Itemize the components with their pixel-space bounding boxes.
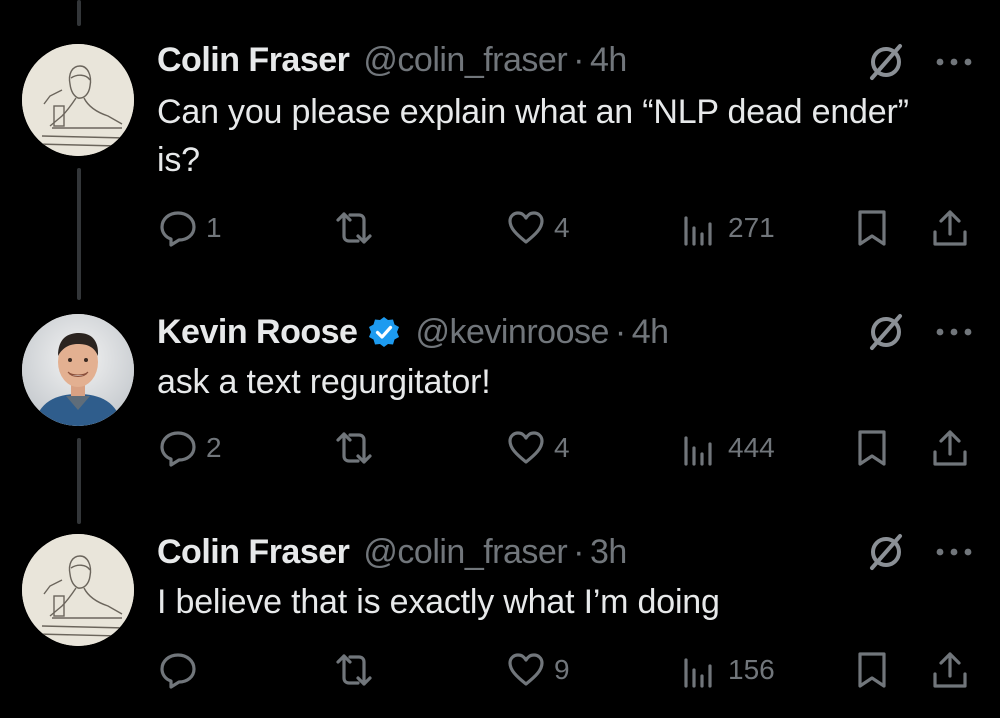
separator-dot: · — [573, 40, 584, 79]
share-button[interactable] — [930, 204, 970, 252]
views-icon — [684, 658, 712, 688]
like-button[interactable]: 9 — [506, 646, 570, 694]
timestamp[interactable]: 3h — [590, 533, 627, 572]
reply-button[interactable]: 2 — [158, 424, 222, 472]
views-icon — [684, 436, 712, 466]
repost-button[interactable] — [332, 424, 384, 472]
verified-badge-icon — [367, 315, 401, 349]
tweet-header: Colin Fraser @colin_fraser · 4h — [157, 38, 627, 82]
avatar[interactable] — [22, 44, 134, 156]
share-icon — [933, 210, 967, 246]
views-count: 271 — [728, 212, 775, 243]
bookmark-button[interactable] — [852, 424, 892, 472]
reply-button[interactable] — [158, 646, 206, 694]
views-button[interactable]: 156 — [680, 646, 775, 694]
avatar[interactable] — [22, 314, 134, 426]
like-button[interactable]: 4 — [506, 424, 570, 472]
views-button[interactable]: 271 — [680, 204, 775, 252]
user-handle[interactable]: @colin_fraser — [363, 533, 567, 572]
heart-icon — [508, 431, 544, 464]
grok-icon[interactable] — [864, 40, 908, 84]
views-button[interactable]: 444 — [680, 424, 775, 472]
bookmark-icon — [858, 652, 886, 688]
grok-icon[interactable] — [864, 310, 908, 354]
share-icon — [933, 652, 967, 688]
reply-count: 1 — [206, 212, 222, 243]
heart-icon — [508, 211, 544, 244]
like-count: 4 — [554, 432, 570, 463]
tweet-text: Can you please explain what an “NLP dead… — [157, 93, 909, 179]
reply-icon — [160, 211, 196, 247]
avatar[interactable] — [22, 534, 134, 646]
repost-icon — [336, 212, 372, 244]
display-name[interactable]: Colin Fraser — [157, 41, 350, 80]
separator-dot: · — [573, 532, 584, 571]
repost-icon — [336, 654, 372, 686]
more-icon[interactable] — [934, 52, 974, 72]
bookmark-button[interactable] — [852, 204, 892, 252]
tweet[interactable]: Colin Fraser @colin_fraser · 3h I believ… — [0, 530, 1000, 710]
action-bar: 2 4 444 — [0, 424, 1000, 472]
tweet-header: Kevin Roose @kevinroose · 4h — [157, 310, 669, 354]
tweet[interactable]: Colin Fraser @colin_fraser · 4h Can you … — [0, 38, 1000, 258]
separator-dot: · — [614, 312, 626, 351]
views-count: 444 — [728, 432, 775, 463]
bookmark-icon — [858, 210, 886, 246]
reply-icon — [160, 431, 196, 467]
repost-button[interactable] — [332, 204, 384, 252]
heart-icon — [508, 653, 544, 686]
action-bar: 1 4 271 — [0, 204, 1000, 252]
display-name[interactable]: Kevin Roose — [157, 313, 358, 352]
repost-button[interactable] — [332, 646, 384, 694]
reply-icon — [160, 653, 196, 689]
views-count: 156 — [728, 654, 775, 685]
repost-icon — [336, 432, 372, 464]
bookmark-button[interactable] — [852, 646, 892, 694]
timestamp[interactable]: 4h — [632, 313, 669, 352]
tweet[interactable]: Kevin Roose @kevinroose · 4h ask a text … — [0, 310, 1000, 480]
display-name[interactable]: Colin Fraser — [157, 533, 350, 572]
share-icon — [933, 430, 967, 466]
user-handle[interactable]: @colin_fraser — [363, 41, 567, 80]
reply-count: 2 — [206, 432, 222, 463]
like-count: 9 — [554, 654, 570, 685]
grok-icon[interactable] — [864, 530, 908, 574]
share-button[interactable] — [930, 424, 970, 472]
like-button[interactable]: 4 — [506, 204, 570, 252]
timestamp[interactable]: 4h — [590, 41, 627, 80]
more-icon[interactable] — [934, 322, 974, 342]
like-count: 4 — [554, 212, 570, 243]
tweet-header: Colin Fraser @colin_fraser · 3h — [157, 530, 627, 574]
bookmark-icon — [858, 430, 886, 466]
more-icon[interactable] — [934, 542, 974, 562]
tweet-text: ask a text regurgitator! — [157, 363, 491, 401]
tweet-text: I believe that is exactly what I’m doing — [157, 583, 720, 621]
views-icon — [684, 216, 712, 246]
share-button[interactable] — [930, 646, 970, 694]
thread-line-top — [77, 0, 81, 26]
user-handle[interactable]: @kevinroose — [415, 313, 609, 352]
action-bar: 9 156 — [0, 646, 1000, 694]
reply-button[interactable]: 1 — [158, 204, 222, 252]
